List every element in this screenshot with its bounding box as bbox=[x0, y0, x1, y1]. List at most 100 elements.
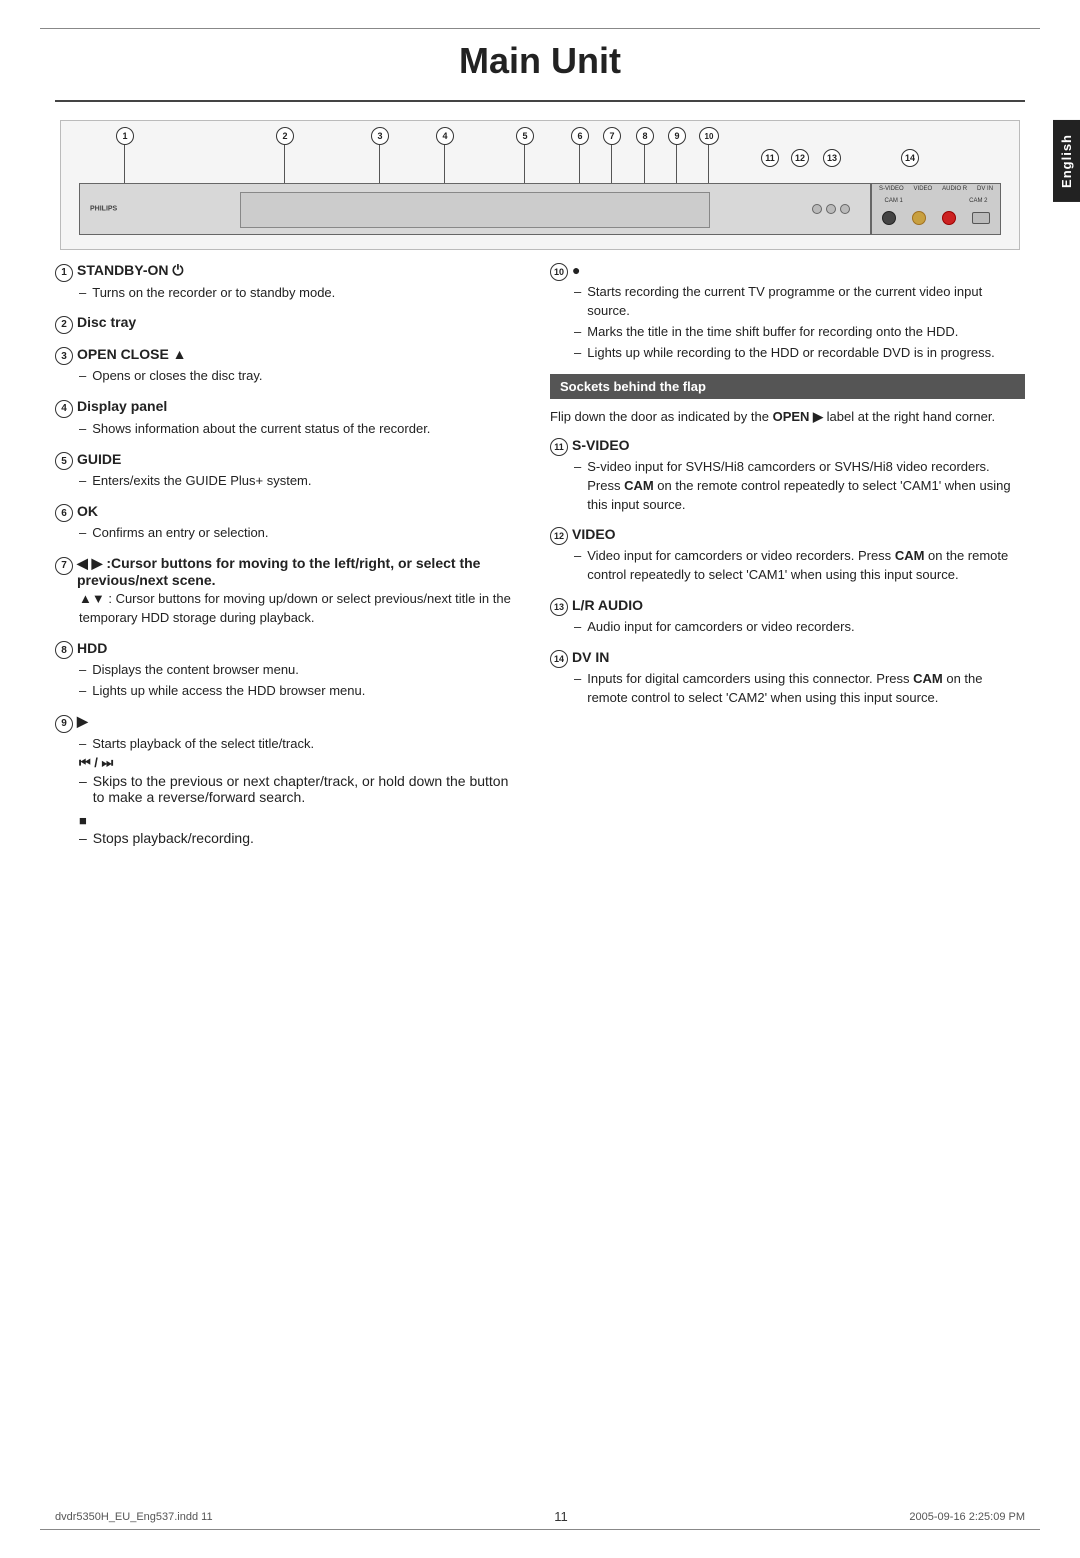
dash: – bbox=[79, 284, 86, 303]
page-title: Main Unit bbox=[55, 0, 1025, 102]
svideo-connector bbox=[882, 211, 896, 225]
device-diagram: 1 2 3 4 5 6 7 8 9 10 11 12 13 14 bbox=[60, 120, 1020, 250]
record-label: ● bbox=[572, 262, 580, 278]
section-7-body: ▲▼ : Cursor buttons for moving up/down o… bbox=[79, 590, 516, 628]
num-circle-11: 11 bbox=[550, 438, 568, 456]
record-text-1: Starts recording the current TV programm… bbox=[587, 283, 1025, 321]
left-column: 1 STANDBY-ON ⏻ – Turns on the recorder o… bbox=[55, 262, 540, 858]
section-4-title: 4 Display panel bbox=[55, 398, 516, 418]
audio-label: L/R AUDIO bbox=[572, 597, 643, 613]
dash: – bbox=[79, 773, 87, 805]
language-tab: English bbox=[1053, 120, 1080, 202]
section-disc-tray: 2 Disc tray bbox=[55, 314, 516, 334]
device-body: PHILIPS bbox=[79, 183, 871, 235]
hdd-bullet-2: – Lights up while access the HDD browser… bbox=[79, 682, 516, 701]
dash: – bbox=[79, 524, 86, 543]
brand-label: PHILIPS bbox=[90, 206, 117, 213]
section-1-body: – Turns on the recorder or to standby mo… bbox=[79, 284, 516, 303]
num-circle-5: 5 bbox=[55, 452, 73, 470]
diagram-num-12: 12 bbox=[791, 149, 809, 167]
section-7-title: 7 ◀ ▶ :Cursor buttons for moving to the … bbox=[55, 555, 516, 588]
section-video: 12 VIDEO – Video input for camcorders or… bbox=[550, 526, 1025, 585]
dash: – bbox=[79, 661, 86, 680]
diagram-num-3: 3 bbox=[371, 127, 389, 145]
play-text-1: Starts playback of the select title/trac… bbox=[92, 735, 314, 754]
sockets-intro: Flip down the door as indicated by the O… bbox=[550, 407, 1025, 427]
ok-label: OK bbox=[77, 503, 98, 519]
dash: – bbox=[79, 420, 86, 439]
section-1-title: 1 STANDBY-ON ⏻ bbox=[55, 262, 516, 282]
page-border-top bbox=[40, 28, 1040, 29]
dash: – bbox=[574, 547, 581, 585]
audio-bullet-1: – Audio input for camcorders or video re… bbox=[574, 618, 1025, 637]
dash: – bbox=[79, 472, 86, 491]
section-open-close: 3 OPEN CLOSE ▲ – Opens or closes the dis… bbox=[55, 346, 516, 386]
display-panel-text-1: Shows information about the current stat… bbox=[92, 420, 430, 439]
connector-labels: S-VIDEO VIDEO AUDIO R DV IN bbox=[874, 186, 998, 192]
skip-text-1: Skips to the previous or next chapter/tr… bbox=[93, 773, 516, 805]
guide-text-1: Enters/exits the GUIDE Plus+ system. bbox=[92, 472, 311, 491]
section-13-body: – Audio input for camcorders or video re… bbox=[574, 618, 1025, 637]
section-3-title: 3 OPEN CLOSE ▲ bbox=[55, 346, 516, 366]
btn-circle-3 bbox=[840, 204, 850, 214]
play-bullet-1: – Starts playback of the select title/tr… bbox=[79, 735, 516, 754]
section-display-panel: 4 Display panel – Shows information abou… bbox=[55, 398, 516, 438]
record-text-2: Marks the title in the time shift buffer… bbox=[587, 323, 958, 342]
record-text-3: Lights up while recording to the HDD or … bbox=[587, 344, 995, 363]
stop-label: ■ bbox=[79, 813, 516, 828]
open-close-label: OPEN CLOSE ▲ bbox=[77, 346, 187, 362]
dash: – bbox=[574, 283, 581, 321]
section-cursor: 7 ◀ ▶ :Cursor buttons for moving to the … bbox=[55, 555, 516, 628]
label-cam2: CAM 2 bbox=[969, 198, 987, 204]
standby-text-1: Turns on the recorder or to standby mode… bbox=[92, 284, 335, 303]
diagram-num-6: 6 bbox=[571, 127, 589, 145]
section-record: 10 ● – Starts recording the current TV p… bbox=[550, 262, 1025, 362]
num-circle-8: 8 bbox=[55, 641, 73, 659]
label-audio: AUDIO R bbox=[942, 186, 967, 192]
connectors-row bbox=[874, 204, 998, 232]
video-connector bbox=[912, 211, 926, 225]
section-6-body: – Confirms an entry or selection. bbox=[79, 524, 516, 543]
diagram-num-8: 8 bbox=[636, 127, 654, 145]
record-bullet-1: – Starts recording the current TV progra… bbox=[574, 283, 1025, 321]
dash: – bbox=[79, 735, 86, 754]
section-14-title: 14 DV IN bbox=[550, 649, 1025, 668]
ok-bullet-1: – Confirms an entry or selection. bbox=[79, 524, 516, 543]
dash: – bbox=[79, 367, 86, 386]
num-circle-2: 2 bbox=[55, 316, 73, 334]
btn-circle-2 bbox=[826, 204, 836, 214]
diagram-num-1: 1 bbox=[116, 127, 134, 145]
num-circle-3: 3 bbox=[55, 347, 73, 365]
section-3-body: – Opens or closes the disc tray. bbox=[79, 367, 516, 386]
num-circle-13: 13 bbox=[550, 598, 568, 616]
label-dvin: DV IN bbox=[977, 186, 993, 192]
section-guide: 5 GUIDE – Enters/exits the GUIDE Plus+ s… bbox=[55, 451, 516, 491]
num-circle-10: 10 bbox=[550, 263, 568, 281]
record-bullet-2: – Marks the title in the time shift buff… bbox=[574, 323, 1025, 342]
num-circle-1: 1 bbox=[55, 264, 73, 282]
standby-bullet-1: – Turns on the recorder or to standby mo… bbox=[79, 284, 516, 303]
dash: – bbox=[574, 344, 581, 363]
svideo-bullet-1: – S-video input for SVHS/Hi8 camcorders … bbox=[574, 458, 1025, 515]
connector-panel: S-VIDEO VIDEO AUDIO R DV IN CAM 1 CAM 2 bbox=[871, 183, 1001, 235]
dash: – bbox=[79, 682, 86, 701]
display-panel-label: Display panel bbox=[77, 398, 167, 414]
play-label: ▶ bbox=[77, 713, 88, 730]
section-14-body: – Inputs for digital camcorders using th… bbox=[574, 670, 1025, 708]
diagram-num-7: 7 bbox=[603, 127, 621, 145]
num-circle-12: 12 bbox=[550, 527, 568, 545]
section-svideo: 11 S-VIDEO – S-video input for SVHS/Hi8 … bbox=[550, 437, 1025, 515]
video-text-1: Video input for camcorders or video reco… bbox=[587, 547, 1025, 585]
diagram-num-5: 5 bbox=[516, 127, 534, 145]
section-2-title: 2 Disc tray bbox=[55, 314, 516, 334]
diagram-num-13: 13 bbox=[823, 149, 841, 167]
dvin-label: DV IN bbox=[572, 649, 609, 665]
section-5-title: 5 GUIDE bbox=[55, 451, 516, 471]
section-9-body: – Starts playback of the select title/tr… bbox=[79, 735, 516, 754]
section-5-body: – Enters/exits the GUIDE Plus+ system. bbox=[79, 472, 516, 491]
hdd-label: HDD bbox=[77, 640, 107, 656]
section-play: 9 ▶ – Starts playback of the select titl… bbox=[55, 713, 516, 846]
page-number: 11 bbox=[554, 1509, 568, 1524]
dash: – bbox=[574, 458, 581, 515]
skip-label: ⏮ / ⏭ bbox=[79, 755, 516, 771]
